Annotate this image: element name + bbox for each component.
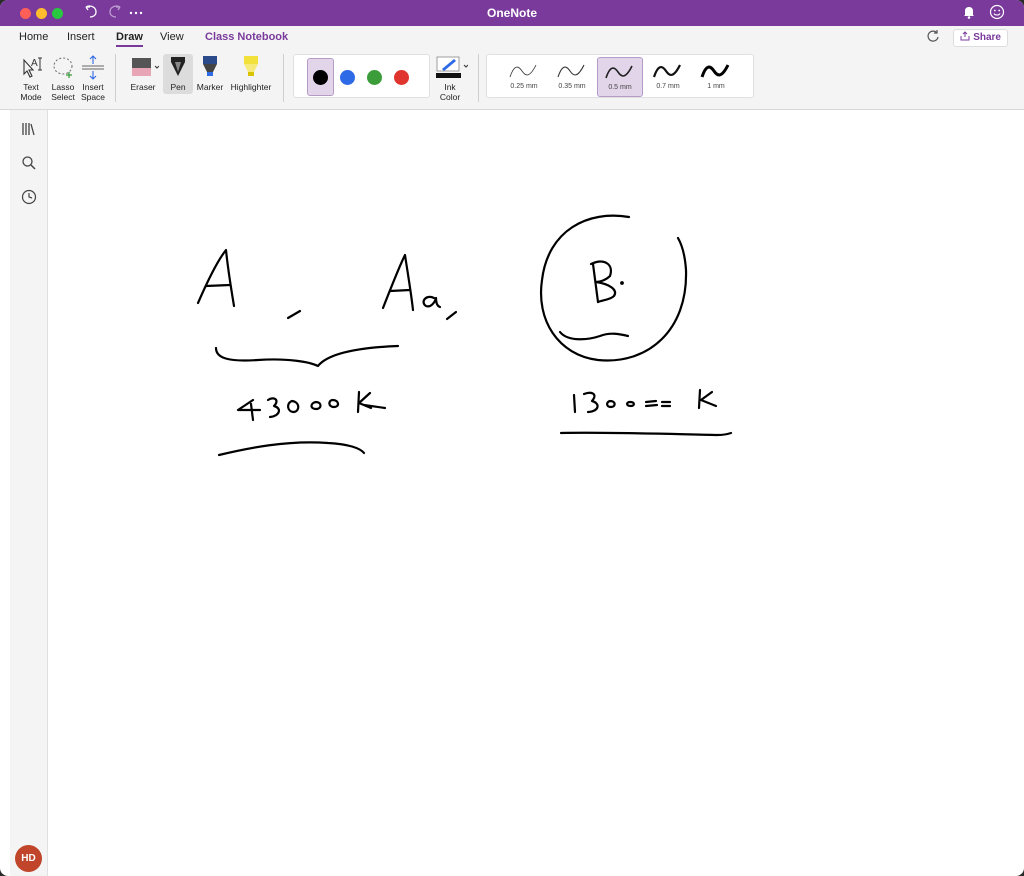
- thickness-label: 0.7 mm: [656, 83, 680, 90]
- ink-letter-a: [196, 248, 236, 308]
- bell-icon[interactable]: [962, 4, 976, 25]
- color-swatch-green[interactable]: [367, 70, 382, 85]
- thickness-label: 0.5 mm: [608, 84, 632, 91]
- note-canvas[interactable]: [48, 110, 1014, 876]
- eraser-icon: [132, 58, 159, 76]
- thickness-label: 0.35 mm: [558, 83, 586, 90]
- thickness-stroke-icon: [605, 65, 633, 79]
- onenote-window: OneNote Home Insert Draw View Class Note…: [0, 0, 1024, 876]
- thickness-stroke-icon: [557, 64, 585, 78]
- ribbon-separator: [478, 54, 479, 102]
- marker-button[interactable]: Marker: [195, 54, 225, 92]
- marker-label: Marker: [196, 82, 224, 92]
- ink-color-button[interactable]: Ink Color: [430, 54, 470, 102]
- insert-space-icon: [82, 55, 104, 80]
- insert-space-label-line2: Space: [80, 92, 106, 102]
- ribbon-separator: [115, 54, 116, 102]
- text-mode-icon: A: [23, 57, 42, 78]
- ink-underline-right: [559, 431, 733, 437]
- title-bar: OneNote: [0, 0, 1024, 26]
- lasso-label-line2: Select: [51, 92, 75, 102]
- draw-ribbon: A Text Mode Lasso Select Insert Space Er…: [0, 48, 1024, 110]
- ink-color-icon: [436, 56, 468, 78]
- handwritten-ink: [196, 214, 733, 457]
- ink-4300k: [236, 398, 262, 422]
- ink-brace: [214, 344, 400, 368]
- highlighter-icon: [244, 56, 258, 76]
- text-mode-button[interactable]: A Text Mode: [16, 54, 46, 102]
- ink-color-label-line1: Ink: [444, 82, 456, 92]
- highlighter-label: Highlighter: [230, 82, 272, 92]
- sync-icon[interactable]: [926, 29, 940, 48]
- text-mode-label-line1: Text: [23, 82, 39, 92]
- insert-space-button[interactable]: Insert Space: [78, 54, 108, 102]
- share-button[interactable]: Share: [953, 29, 1008, 47]
- thickness-stroke-icon: [652, 64, 681, 78]
- thickness-option[interactable]: 0.25 mm: [501, 57, 547, 97]
- ink-squiggle: [558, 330, 630, 341]
- ink-color-palette: [293, 54, 430, 98]
- eraser-label: Eraser: [130, 82, 156, 92]
- thickness-label: 0.25 mm: [510, 83, 538, 90]
- text-mode-label-line2: Mode: [20, 92, 42, 102]
- ink-tick: [286, 309, 302, 320]
- thickness-stroke-icon: [509, 64, 537, 78]
- eraser-button[interactable]: Eraser: [124, 54, 162, 92]
- thickness-option-selected[interactable]: 0.5 mm: [597, 57, 643, 97]
- insert-space-label-line1: Insert: [82, 82, 104, 92]
- tab-class-notebook[interactable]: Class Notebook: [205, 31, 288, 43]
- share-icon: [960, 31, 970, 41]
- color-swatch-black[interactable]: [313, 70, 328, 85]
- ink-letters-aa: [381, 253, 415, 312]
- ribbon-separator: [283, 54, 284, 102]
- marker-icon: [203, 56, 217, 76]
- svg-text:A: A: [31, 58, 38, 69]
- smiley-icon[interactable]: [989, 4, 1005, 25]
- ribbon-tabs: Home Insert Draw View Class Notebook Sha…: [0, 26, 1024, 48]
- lasso-select-button[interactable]: Lasso Select: [48, 54, 78, 102]
- color-swatch-blue[interactable]: [340, 70, 355, 85]
- window-title: OneNote: [486, 6, 537, 20]
- lasso-icon: [53, 57, 73, 78]
- tab-insert[interactable]: Insert: [67, 31, 95, 43]
- avatar[interactable]: HD: [15, 845, 42, 872]
- tab-draw[interactable]: Draw: [116, 31, 143, 47]
- share-label: Share: [973, 32, 1001, 43]
- tab-home[interactable]: Home: [19, 31, 48, 43]
- pen-label: Pen: [170, 82, 186, 92]
- thickness-option[interactable]: 1 mm: [693, 57, 739, 97]
- ink-13000k: [572, 393, 577, 414]
- pen-button[interactable]: Pen: [163, 54, 193, 94]
- highlighter-button[interactable]: Highlighter: [227, 54, 275, 92]
- notebooks-icon[interactable]: [20, 120, 38, 138]
- lasso-label-line1: Lasso: [51, 82, 75, 92]
- clock-icon[interactable]: [20, 188, 38, 206]
- ink-underline-left: [217, 441, 366, 457]
- search-icon[interactable]: [20, 154, 38, 172]
- pen-icon: [171, 57, 185, 76]
- thickness-stroke-icon: [700, 64, 730, 78]
- thickness-option[interactable]: 0.35 mm: [549, 57, 595, 97]
- ink-color-label-line2: Color: [439, 92, 461, 102]
- thickness-label: 1 mm: [707, 83, 725, 90]
- thickness-option[interactable]: 0.7 mm: [645, 57, 691, 97]
- navigation-sidebar: HD: [10, 110, 48, 876]
- pen-thickness-picker: 0.25 mm 0.35 mm 0.5 mm 0.7 mm 1 mm: [486, 54, 754, 98]
- tab-view[interactable]: View: [160, 31, 184, 43]
- color-swatch-red[interactable]: [394, 70, 409, 85]
